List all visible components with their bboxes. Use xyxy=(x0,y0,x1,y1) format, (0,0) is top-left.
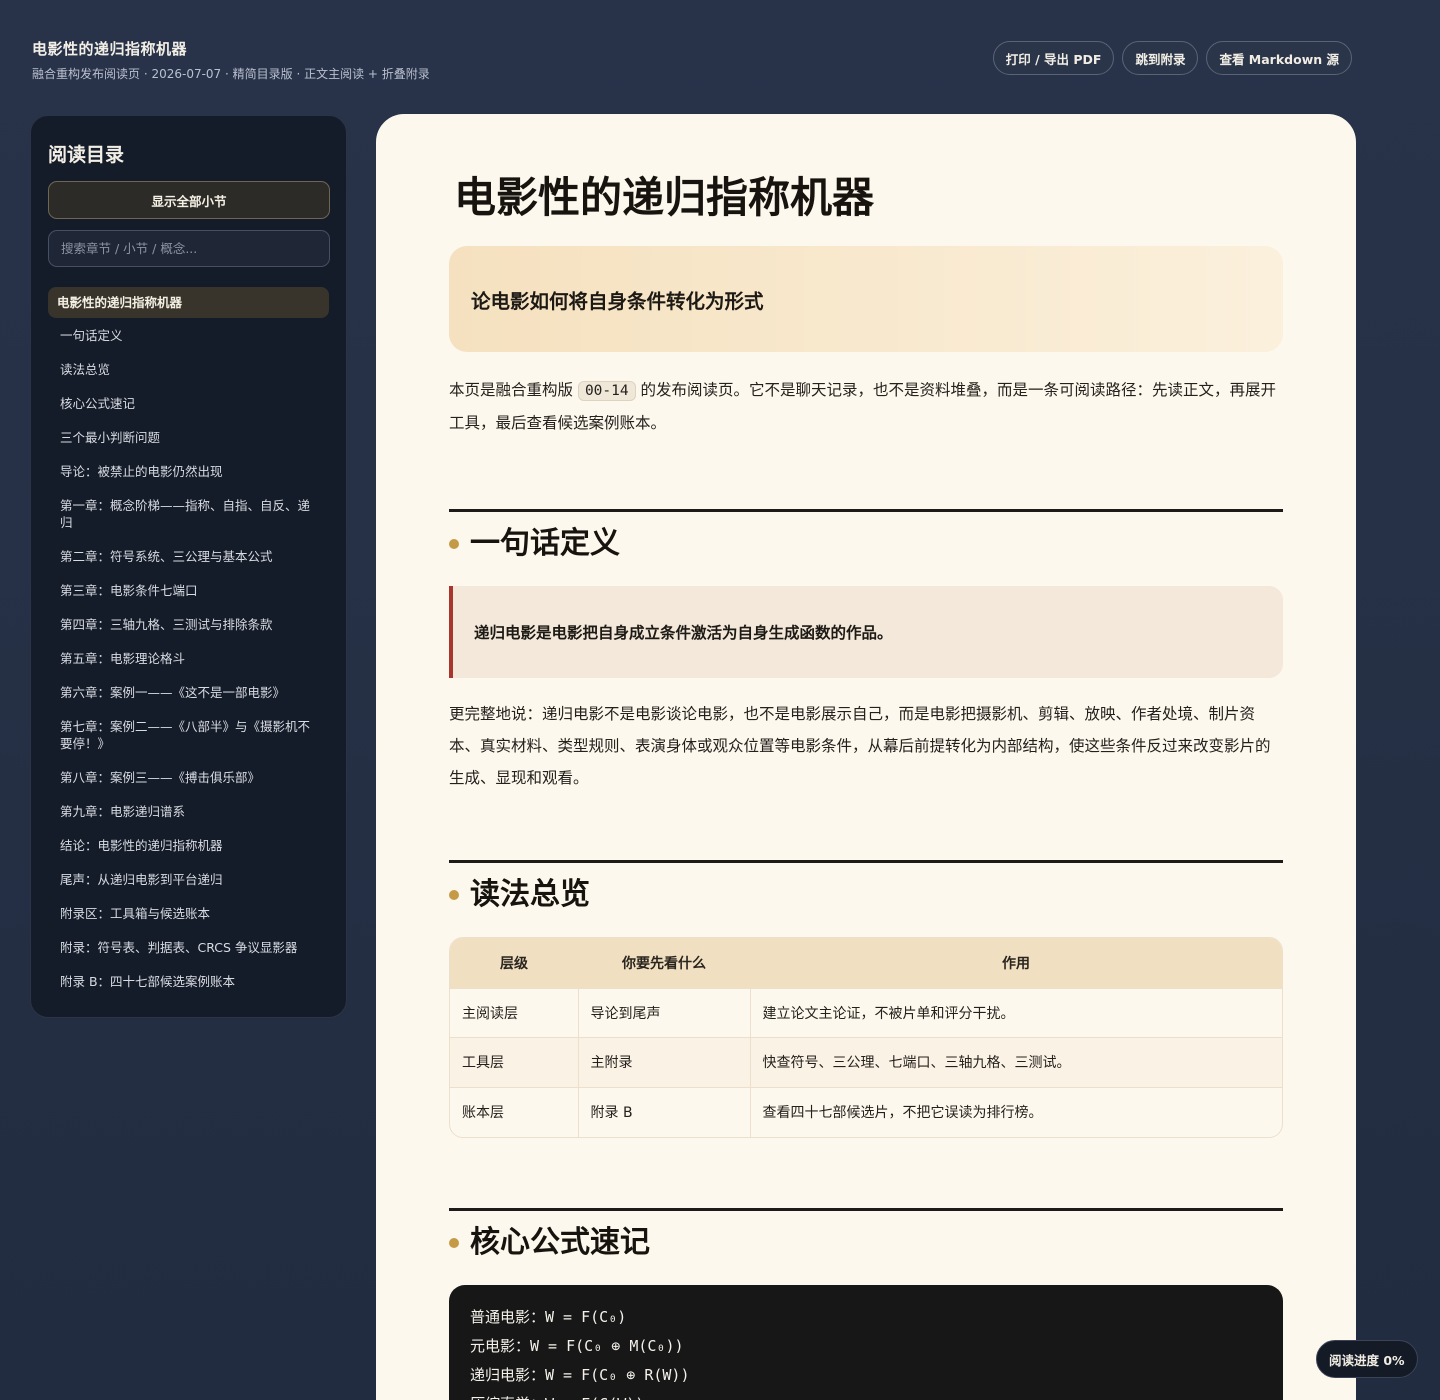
table-cell: 主附录 xyxy=(577,1037,750,1087)
toc-item-chapter-2[interactable]: 第二章：符号系统、三公理与基本公式 xyxy=(48,539,329,573)
table-cell: 附录 B xyxy=(577,1086,750,1137)
section-title: 读法总览 xyxy=(470,877,590,912)
toc-item-chapter-7[interactable]: 第七章：案例二——《八部半》与《摄影机不要停！》 xyxy=(48,709,329,760)
section-definition-heading: 一句话定义 xyxy=(449,509,1283,564)
toc-item-chapter-8[interactable]: 第八章：案例三——《搏击俱乐部》 xyxy=(48,760,329,794)
intro-paragraph: 本页是融合重构版 00-14 的发布阅读页。它不是聊天记录，也不是资料堆叠，而是… xyxy=(449,374,1283,439)
version-code: 00-14 xyxy=(577,381,636,401)
site-title: 电影性的递归指称机器 xyxy=(32,40,188,58)
table-cell: 账本层 xyxy=(450,1086,578,1137)
definition-quote-text: 递归电影是电影把自身成立条件激活为自身生成函数的作品。 xyxy=(474,624,893,642)
section-formulas-heading: 核心公式速记 xyxy=(449,1207,1283,1263)
show-all-sections-button[interactable]: 显示全部小节 xyxy=(48,181,330,219)
doc-title: 电影性的递归指称机器 xyxy=(454,173,875,222)
formula-line: 元电影：W = F(C₀ ⊕ M(C₀)) xyxy=(470,1336,684,1355)
toc-sidebar: 阅读目录 显示全部小节 电影性的递归指称机器 一句话定义 读法总览 核心公式速记… xyxy=(30,115,347,1018)
site-subtitle: 融合重构发布阅读页 · 2026-07-07 · 精简目录版 · 正文主阅读 +… xyxy=(32,67,430,81)
print-pdf-button[interactable]: 打印 / 导出 PDF xyxy=(992,41,1115,75)
table-cell: 建立论文主论证，不被片单和评分干扰。 xyxy=(749,987,1282,1038)
formula-code-block: 普通电影：W = F(C₀) 元电影：W = F(C₀ ⊕ M(C₀)) 递归电… xyxy=(449,1284,1283,1400)
toc-item-appendix-a[interactable]: 附录：符号表、判据表、CRCS 争议显影器 xyxy=(48,930,329,964)
table-header: 你要先看什么 xyxy=(578,938,750,988)
table-header: 层级 xyxy=(450,938,578,988)
toc-item-conclusion[interactable]: 结论：电影性的递归指称机器 xyxy=(48,828,329,862)
section-title: 一句话定义 xyxy=(470,526,620,561)
toc-item-chapter-4[interactable]: 第四章：三轴九格、三测试与排除条款 xyxy=(48,607,329,641)
document-paper: 电影性的递归指称机器 论电影如何将自身条件转化为形式 本页是融合重构版 00-1… xyxy=(376,114,1356,1400)
toc-title: 阅读目录 xyxy=(48,144,125,166)
section-bullet-icon xyxy=(449,539,459,549)
definition-paragraph: 更完整地说：递归电影不是电影谈论电影，也不是电影展示自己，而是电影把摄影机、剪辑… xyxy=(449,705,1271,787)
section-overview-heading: 读法总览 xyxy=(449,860,1283,915)
toc-item-three-questions[interactable]: 三个最小判断问题 xyxy=(48,420,329,454)
table-cell: 导论到尾声 xyxy=(577,987,750,1038)
toc-item-appendix-zone[interactable]: 附录区：工具箱与候选账本 xyxy=(48,896,329,930)
toc-item-epilogue[interactable]: 尾声：从递归电影到平台递归 xyxy=(48,862,329,896)
toc-item-overview[interactable]: 读法总览 xyxy=(48,352,329,386)
definition-quote: 递归电影是电影把自身成立条件激活为自身生成函数的作品。 xyxy=(449,586,1283,678)
table-row: 工具层 主附录 快查符号、三公理、七端口、三轴九格、三测试。 xyxy=(450,1037,1282,1087)
formula-line: 递归电影：W = F(C₀ ⊕ R(W)) xyxy=(470,1365,690,1384)
site-header: 电影性的递归指称机器 融合重构发布阅读页 · 2026-07-07 · 精简目录… xyxy=(32,38,430,82)
toc-item-intro[interactable]: 导论：被禁止的电影仍然出现 xyxy=(48,454,329,488)
header-actions: 打印 / 导出 PDF 跳到附录 查看 Markdown 源 xyxy=(992,41,1352,75)
table-row: 账本层 附录 B 查看四十七部候选片，不把它误读为排行榜。 xyxy=(450,1086,1282,1137)
overview-table: 层级 你要先看什么 作用 主阅读层 导论到尾声 建立论文主论证，不被片单和评分干… xyxy=(449,937,1283,1138)
toc-search-input[interactable] xyxy=(48,230,330,267)
toc-item-formulas[interactable]: 核心公式速记 xyxy=(48,386,329,420)
toc-item-chapter-6[interactable]: 第六章：案例一——《这不是一部电影》 xyxy=(48,675,329,709)
doc-subtitle-box: 论电影如何将自身条件转化为形式 xyxy=(449,246,1283,352)
view-markdown-button[interactable]: 查看 Markdown 源 xyxy=(1206,41,1352,75)
toc-list: 电影性的递归指称机器 一句话定义 读法总览 核心公式速记 三个最小判断问题 导论… xyxy=(48,287,329,998)
toc-item-appendix-b[interactable]: 附录 B：四十七部候选案例账本 xyxy=(48,964,329,998)
section-title: 核心公式速记 xyxy=(470,1224,650,1260)
intro-text-before: 本页是融合重构版 xyxy=(449,381,578,399)
reading-progress-badge[interactable]: 阅读进度 0% xyxy=(1316,1340,1418,1378)
toc-item-chapter-9[interactable]: 第九章：电影递归谱系 xyxy=(48,794,329,828)
jump-appendix-button[interactable]: 跳到附录 xyxy=(1122,41,1199,75)
toc-item-chapter-5[interactable]: 第五章：电影理论格斗 xyxy=(48,641,329,675)
toc-item-definition[interactable]: 一句话定义 xyxy=(48,318,329,352)
doc-subtitle: 论电影如何将自身条件转化为形式 xyxy=(471,289,764,313)
table-cell: 主阅读层 xyxy=(450,987,578,1038)
formula-line: 普通电影：W = F(C₀) xyxy=(470,1307,627,1326)
table-cell: 查看四十七部候选片，不把它误读为排行榜。 xyxy=(749,1086,1282,1137)
section-bullet-icon xyxy=(449,890,459,900)
section-bullet-icon xyxy=(449,1237,459,1248)
table-cell: 工具层 xyxy=(450,1037,578,1087)
formula-line: 压缩直觉：W = F(C(W)) xyxy=(470,1390,1262,1400)
table-cell: 快查符号、三公理、七端口、三轴九格、三测试。 xyxy=(749,1037,1282,1087)
toc-item-chapter-1[interactable]: 第一章：概念阶梯——指称、自指、自反、递归 xyxy=(48,488,329,539)
table-header: 作用 xyxy=(750,938,1282,988)
toc-item-doc-title[interactable]: 电影性的递归指称机器 xyxy=(48,287,329,318)
toc-item-chapter-3[interactable]: 第三章：电影条件七端口 xyxy=(48,573,329,607)
table-row: 主阅读层 导论到尾声 建立论文主论证，不被片单和评分干扰。 xyxy=(450,987,1282,1038)
